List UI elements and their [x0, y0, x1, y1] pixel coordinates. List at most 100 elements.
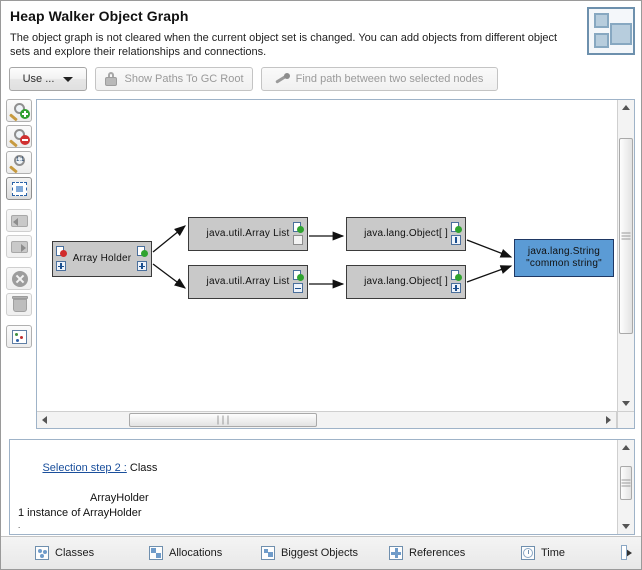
outgoing-reference-icon [293, 270, 304, 281]
selection-step-2-row: Selection step 2 : Class [18, 446, 609, 491]
tab-label: Classes [55, 547, 95, 559]
graph-horizontal-scrollbar[interactable] [37, 411, 617, 428]
scroll-up-icon[interactable] [622, 105, 630, 110]
graph-node-arraylist-bottom[interactable]: java.util.Array List [188, 265, 308, 299]
tab-biggest-objects[interactable]: Biggest Objects [261, 542, 358, 564]
zoom-in-button[interactable] [6, 99, 32, 122]
graph-node-string-selected[interactable]: java.lang.String "common string" [514, 239, 614, 277]
graph-node-label: Array Holder [72, 253, 132, 264]
tab-time[interactable]: Time [521, 542, 565, 564]
zoom-out-icon [7, 126, 31, 148]
outgoing-reference-icon [293, 222, 304, 233]
references-icon [389, 546, 403, 560]
graph-toolbar: Use ... Show Paths To GC Root Find path … [1, 63, 641, 95]
grip-icon [216, 415, 231, 425]
selection-steps-text[interactable]: Selection step 2 : Class ArrayHolder 1 i… [10, 440, 617, 534]
time-icon [521, 546, 535, 560]
zoom-actual-size-button[interactable]: 1:1 [6, 151, 32, 174]
grip-icon [621, 231, 631, 242]
scroll-down-icon[interactable] [622, 524, 630, 529]
tab-references[interactable]: References [389, 542, 465, 564]
graph-node-label: java.util.Array List [206, 228, 290, 239]
graph-node-array-holder[interactable]: Array Holder [52, 241, 152, 277]
navigate-back-button[interactable] [6, 209, 32, 232]
expand-incoming-icon[interactable] [56, 261, 67, 272]
allocations-icon [149, 546, 163, 560]
wand-icon [274, 72, 290, 86]
graph-vscroll-thumb[interactable] [619, 138, 633, 334]
tab-label: Time [541, 547, 566, 559]
scroll-right-icon[interactable] [606, 416, 611, 424]
object-graph-canvas-frame: Array Holder java.util.Array List java.u… [36, 99, 635, 429]
tab-allocations[interactable]: Allocations [149, 542, 222, 564]
page-title: Heap Walker Object Graph [10, 8, 189, 24]
selection-step-2-link[interactable]: Selection step 2 : [42, 462, 126, 474]
scroll-down-icon[interactable] [622, 401, 630, 406]
show-paths-label: Show Paths To GC Root [124, 73, 244, 85]
tab-label: Biggest Objects [281, 547, 359, 559]
clear-graph-button[interactable] [6, 293, 32, 316]
selection-step-2-value: Class [129, 462, 158, 474]
arrow-forward-icon [7, 236, 31, 257]
trash-icon [7, 294, 31, 315]
selection-steps-pane: Selection step 2 : Class ArrayHolder 1 i… [9, 439, 635, 535]
header: Heap Walker Object Graph The object grap… [1, 1, 641, 63]
selection-vertical-scrollbar[interactable] [617, 440, 634, 534]
graph-node-objectarray-top[interactable]: java.lang.Object[ ] [346, 217, 466, 251]
expand-outgoing-icon[interactable] [451, 283, 462, 294]
object-graph-canvas[interactable]: Array Holder java.util.Array List java.u… [37, 100, 617, 411]
scrollbar-corner [617, 411, 634, 428]
selection-step-2-detail: ArrayHolder [90, 492, 149, 504]
fit-to-window-icon [7, 178, 31, 199]
grip-icon [621, 478, 631, 489]
graph-node-label: java.util.Array List [206, 276, 290, 287]
scroll-up-icon[interactable] [622, 445, 630, 450]
close-circle-icon [7, 268, 31, 289]
graph-node-objectarray-bottom[interactable]: java.lang.Object[ ] [346, 265, 466, 299]
more-tabs-icon [621, 545, 627, 560]
classes-icon [35, 546, 49, 560]
use-dropdown-button[interactable]: Use ... [9, 67, 87, 91]
zoom-out-button[interactable] [6, 125, 32, 148]
show-paths-to-gc-root-button[interactable]: Show Paths To GC Root [95, 67, 253, 91]
tab-overflow-button[interactable] [621, 544, 637, 562]
object-graph-logo-icon [587, 7, 635, 55]
zoom-in-icon [7, 100, 31, 122]
lock-icon [104, 72, 118, 86]
graph-tool-strip: 1:1 [6, 99, 34, 351]
outgoing-reference-icon [451, 270, 462, 281]
selection-vscroll-thumb[interactable] [620, 466, 632, 500]
graph-node-label: java.lang.Object[ ] [364, 228, 448, 239]
graph-node-label: java.lang.String "common string" [526, 246, 602, 269]
instance-count-text: 1 instance of ArrayHolder [18, 507, 142, 519]
expand-outgoing-icon[interactable] [137, 261, 148, 272]
navigate-forward-button[interactable] [6, 235, 32, 258]
separator-dot: . [18, 521, 21, 530]
heap-walker-window: Heap Walker Object Graph The object grap… [0, 0, 642, 570]
graph-hscroll-thumb[interactable] [129, 413, 317, 427]
outgoing-reference-icon [451, 222, 462, 233]
graph-node-arraylist-top[interactable]: java.util.Array List [188, 217, 308, 251]
tab-classes[interactable]: Classes [35, 542, 94, 564]
graph-node-label: java.lang.Object[ ] [364, 276, 448, 287]
expand-outgoing-icon[interactable] [293, 235, 304, 246]
find-path-between-nodes-button[interactable]: Find path between two selected nodes [261, 67, 498, 91]
page-description: The object graph is not cleared when the… [10, 32, 558, 58]
chevron-down-icon [63, 76, 74, 82]
remove-node-button[interactable] [6, 267, 32, 290]
expand-outgoing-icon[interactable] [451, 235, 462, 246]
collapse-outgoing-icon[interactable] [293, 283, 304, 294]
fit-to-window-button[interactable] [6, 177, 32, 200]
find-path-label: Find path between two selected nodes [295, 73, 484, 85]
bottom-tab-bar: Classes Allocations Biggest Objects Refe… [1, 536, 641, 569]
zoom-reset-icon: 1:1 [7, 152, 31, 174]
export-icon [7, 326, 31, 347]
outgoing-reference-icon [137, 246, 148, 257]
use-dropdown-label: Use ... [22, 73, 55, 85]
incoming-reference-icon [56, 246, 67, 257]
scroll-left-icon[interactable] [42, 416, 47, 424]
arrow-back-icon [7, 210, 31, 231]
export-graph-button[interactable] [6, 325, 32, 348]
graph-vertical-scrollbar[interactable] [617, 100, 634, 411]
